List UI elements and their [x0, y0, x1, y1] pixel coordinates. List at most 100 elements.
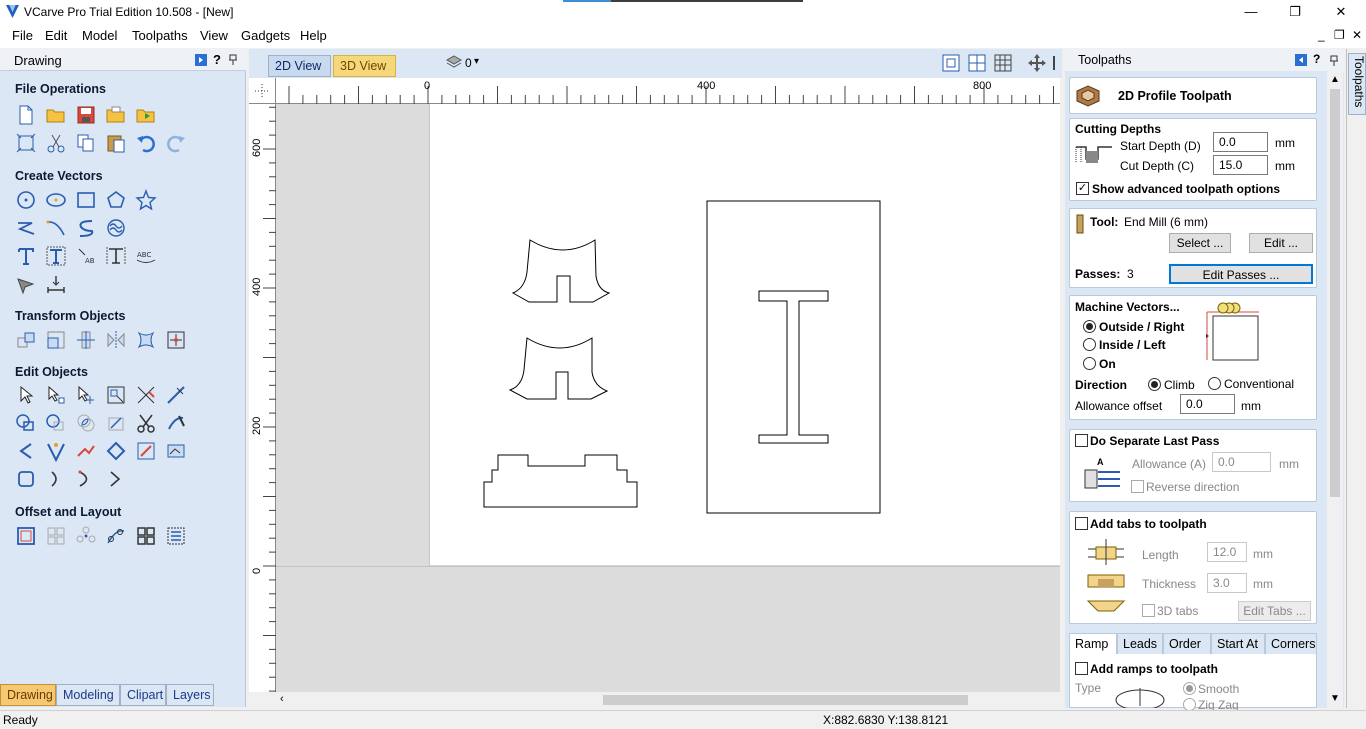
auto-layout-icon[interactable]: [165, 525, 187, 547]
advanced-options-checkbox[interactable]: ✓: [1076, 182, 1089, 195]
fill-pattern-icon[interactable]: [105, 217, 127, 239]
cut-icon[interactable]: [45, 132, 67, 154]
add-ramps-checkbox[interactable]: [1075, 662, 1088, 675]
open-folder-icon[interactable]: [105, 104, 127, 126]
arc-icon[interactable]: [75, 468, 97, 490]
rectangle-icon[interactable]: [75, 189, 97, 211]
close-button[interactable]: ✕: [1318, 2, 1364, 22]
circle-icon[interactable]: [15, 189, 37, 211]
nesting-icon[interactable]: [135, 525, 157, 547]
layer-dropdown-icon[interactable]: ▾: [474, 56, 479, 67]
draw-pen-icon[interactable]: [135, 440, 157, 462]
fillet-icon[interactable]: [15, 440, 37, 462]
panel-help-icon[interactable]: ?: [213, 52, 221, 67]
tab-ramp[interactable]: Ramp: [1069, 633, 1117, 655]
polygon-icon[interactable]: [105, 189, 127, 211]
text-icon[interactable]: [15, 245, 37, 267]
toolpaths-scroll-thumb[interactable]: [1330, 89, 1340, 497]
side-tab-toolpaths[interactable]: Toolpaths: [1348, 53, 1366, 115]
text-arc-icon[interactable]: [105, 245, 127, 267]
menu-edit[interactable]: Edit: [45, 28, 67, 43]
menu-view[interactable]: View: [200, 28, 228, 43]
measure-tool-icon[interactable]: [165, 384, 187, 406]
tab-clipart[interactable]: Clipart: [120, 684, 166, 706]
redo-icon[interactable]: [165, 132, 187, 154]
import-icon[interactable]: [135, 104, 157, 126]
separate-pass-checkbox[interactable]: [1075, 434, 1088, 447]
tab-leads[interactable]: Leads: [1117, 633, 1163, 655]
set-origin-icon[interactable]: [165, 329, 187, 351]
distort-icon[interactable]: [135, 329, 157, 351]
copy-along-vector-icon[interactable]: [105, 525, 127, 547]
auto-layout-text-icon[interactable]: [45, 245, 67, 267]
interactive-trim-icon[interactable]: [105, 384, 127, 406]
tab-2d-view[interactable]: 2D View: [268, 55, 331, 77]
tab-start-at[interactable]: Start At: [1211, 633, 1265, 655]
image-trace-icon[interactable]: [165, 440, 187, 462]
polyline-icon[interactable]: [15, 217, 37, 239]
canvas-horizontal-scrollbar[interactable]: ‹: [276, 692, 1060, 708]
star-icon[interactable]: [135, 189, 157, 211]
tab-order[interactable]: Order: [1163, 633, 1211, 655]
ellipse-icon[interactable]: [45, 189, 67, 211]
zoom-extents-icon[interactable]: [940, 52, 962, 74]
tabs-3d-checkbox[interactable]: [1142, 604, 1155, 617]
cut-depth-input[interactable]: 15.0: [1213, 155, 1268, 175]
curve-icon[interactable]: [45, 217, 67, 239]
tab-layers[interactable]: Layers: [166, 684, 214, 706]
inside-left-radio[interactable]: [1083, 338, 1096, 351]
edit-passes-button[interactable]: Edit Passes ...: [1169, 264, 1313, 284]
select-tool-button[interactable]: Select ...: [1169, 233, 1231, 253]
close-vector-icon[interactable]: [105, 440, 127, 462]
toolpaths-pin-icon[interactable]: [1329, 55, 1339, 67]
conventional-radio[interactable]: [1208, 377, 1221, 390]
tab-drawing[interactable]: Drawing: [0, 684, 56, 706]
mid-node-icon[interactable]: [105, 468, 127, 490]
child-restore-button[interactable]: ❐: [1334, 28, 1345, 42]
open-file-icon[interactable]: [45, 104, 67, 126]
pan-icon[interactable]: [1026, 52, 1048, 74]
toolpaths-help-icon[interactable]: ?: [1313, 52, 1320, 66]
scroll-down-arrow-icon[interactable]: ▼: [1330, 693, 1340, 704]
panel-dock-icon[interactable]: [194, 53, 208, 67]
job-setup-icon[interactable]: [15, 132, 37, 154]
text-along-curve-icon[interactable]: ABC: [135, 245, 157, 267]
minimize-button[interactable]: —: [1228, 2, 1274, 22]
menu-model[interactable]: Model: [82, 28, 117, 43]
smooth-icon[interactable]: [165, 412, 187, 434]
curve-fit-icon[interactable]: [15, 468, 37, 490]
child-close-button[interactable]: ✕: [1352, 28, 1362, 42]
offset-icon[interactable]: [15, 525, 37, 547]
scroll-left-arrow-icon[interactable]: ‹: [280, 693, 284, 705]
scroll-up-arrow-icon[interactable]: ▲: [1330, 74, 1340, 85]
layer-count[interactable]: 0: [465, 56, 472, 70]
text-on-curve-icon[interactable]: AB: [75, 245, 97, 267]
scrollbar-thumb[interactable]: [603, 695, 968, 705]
new-file-icon[interactable]: [15, 104, 37, 126]
chamfer-icon[interactable]: [45, 440, 67, 463]
transform-select-icon[interactable]: [75, 384, 97, 406]
add-tabs-checkbox[interactable]: [1075, 517, 1088, 530]
dimension-icon[interactable]: [15, 273, 37, 295]
align-center-icon[interactable]: [135, 384, 157, 406]
menu-toolpaths[interactable]: Toolpaths: [132, 28, 188, 43]
weld-icon[interactable]: [15, 412, 37, 434]
mirror-icon[interactable]: [105, 329, 127, 351]
edit-tool-button[interactable]: Edit ...: [1249, 233, 1313, 253]
outside-right-radio[interactable]: [1083, 320, 1096, 333]
select-icon[interactable]: [15, 384, 37, 406]
separate-allowance-input[interactable]: 0.0: [1212, 452, 1271, 472]
bezier-icon[interactable]: [45, 468, 67, 490]
move-icon[interactable]: [15, 329, 37, 351]
on-radio[interactable]: [1083, 357, 1096, 370]
reverse-direction-checkbox[interactable]: [1131, 480, 1144, 493]
scale-icon[interactable]: [45, 329, 67, 351]
toolpaths-scrollbar[interactable]: ▲ ▼: [1327, 71, 1343, 708]
climb-radio[interactable]: [1148, 378, 1161, 391]
zoom-box-icon[interactable]: [966, 52, 988, 74]
save-icon[interactable]: [75, 104, 97, 126]
undo-icon[interactable]: [135, 132, 157, 154]
tab-corners[interactable]: Corners: [1265, 633, 1317, 655]
array-copy-icon[interactable]: [45, 525, 67, 547]
child-minimize-button[interactable]: _: [1318, 28, 1325, 42]
